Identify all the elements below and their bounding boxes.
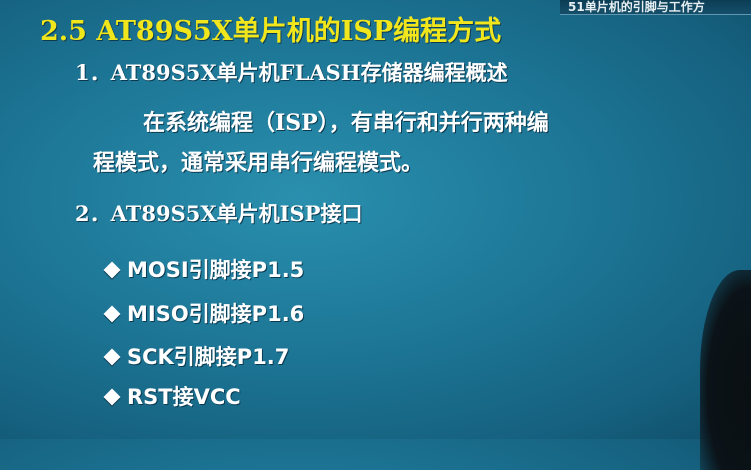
bullet-item: MOSI引脚接P1.5 xyxy=(100,256,304,284)
bullet-text: SCK引脚接P1.7 xyxy=(127,345,290,369)
section-heading-1: 1．AT89S5X单片机FLASH存储器编程概述 xyxy=(75,60,508,85)
diamond-bullet-icon xyxy=(103,261,121,279)
bullet-item: SCK引脚接P1.7 xyxy=(100,343,289,371)
presenter-silhouette xyxy=(700,270,751,470)
chapter-header-text: 51单片机的引脚与工作方 xyxy=(568,0,705,14)
bullet-text: MOSI引脚接P1.5 xyxy=(127,258,305,282)
bullet-item: MISO引脚接P1.6 xyxy=(100,300,304,328)
slide: 51单片机的引脚与工作方 2.5 AT89S5X单片机的ISP编程方式 1．AT… xyxy=(0,0,751,470)
slide-title: 2.5 AT89S5X单片机的ISP编程方式 xyxy=(40,16,502,47)
bullet-item: RST接VCC xyxy=(100,383,241,411)
section-heading-2: 2．AT89S5X单片机ISP接口 xyxy=(75,201,363,226)
diamond-bullet-icon xyxy=(103,348,121,366)
diamond-bullet-icon xyxy=(103,305,121,323)
paragraph-line-2: 程模式，通常采用串行编程模式。 xyxy=(93,150,424,176)
bullet-text: MISO引脚接P1.6 xyxy=(127,302,305,326)
paragraph-line-1: 在系统编程（ISP），有串行和并行两种编 xyxy=(143,110,549,136)
bullet-text: RST接VCC xyxy=(127,385,241,409)
diamond-bullet-icon xyxy=(103,388,121,406)
